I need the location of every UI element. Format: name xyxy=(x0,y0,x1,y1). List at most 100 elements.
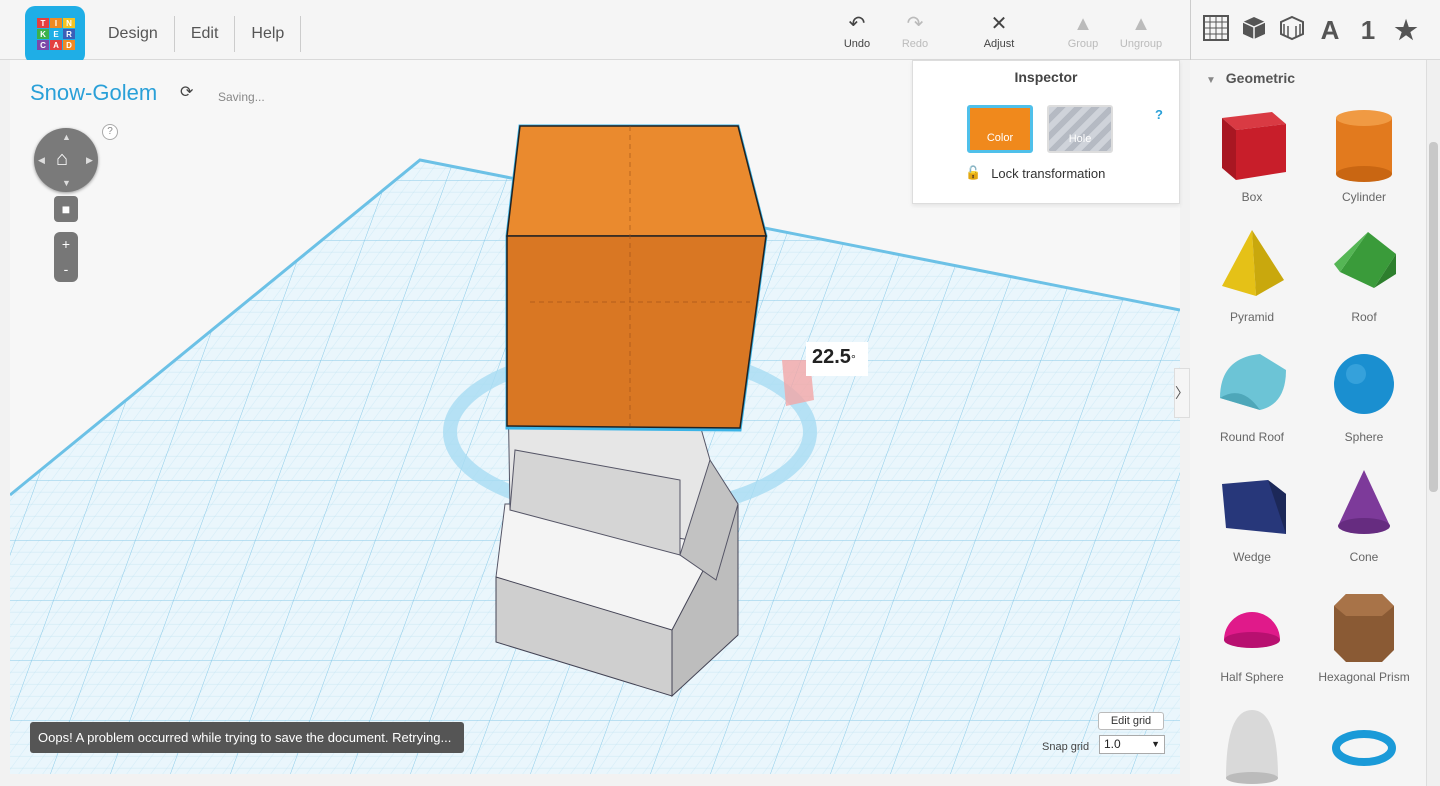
error-toast: Oops! A problem occurred while trying to… xyxy=(30,722,464,753)
shape-cone[interactable]: Cone xyxy=(1308,460,1420,580)
zoom-in-button[interactable]: + xyxy=(54,232,78,257)
lock-label: Lock transformation xyxy=(991,165,1106,181)
main-menu: Design Edit Help xyxy=(92,16,302,52)
shape-sphere[interactable]: Sphere xyxy=(1308,340,1420,460)
logo-letter: A xyxy=(50,40,62,50)
round-roof-shape-icon xyxy=(1220,354,1286,410)
zoom-controls: + - xyxy=(54,232,78,282)
menu-edit[interactable]: Edit xyxy=(173,16,235,52)
shape-roof[interactable]: Roof xyxy=(1308,220,1420,340)
collapse-triangle-icon: ▼ xyxy=(1206,75,1216,86)
group-label: Group xyxy=(1067,38,1099,50)
grid-icon[interactable] xyxy=(1203,15,1229,45)
shape-label: Cone xyxy=(1349,550,1379,564)
tinkercad-logo[interactable]: T I N K E R C A D xyxy=(25,6,85,64)
box-shape-icon xyxy=(1222,112,1286,180)
hole-button[interactable]: Hole xyxy=(1047,105,1113,153)
color-button[interactable]: Color xyxy=(967,105,1033,153)
view-navigation-pad[interactable]: ▲ ▼ ◀ ▶ ⌂ xyxy=(34,128,98,192)
shape-hexagonal-prism[interactable]: Hexagonal Prism xyxy=(1308,580,1420,700)
logo-letter: D xyxy=(63,40,75,50)
shape-pyramid[interactable]: Pyramid xyxy=(1196,220,1308,340)
shape-label: Half Sphere xyxy=(1220,670,1284,684)
shape-half-sphere[interactable]: Half Sphere xyxy=(1196,580,1308,700)
top-toolbar: T I N K E R C A D Design Edit Help ↶ Und… xyxy=(0,0,1440,64)
half-sphere-shape-icon xyxy=(1224,612,1280,648)
sphere-shape-icon xyxy=(1334,354,1394,414)
shape-label: Round Roof xyxy=(1219,430,1285,444)
document-title[interactable]: Snow-Golem xyxy=(30,80,157,106)
shape-cylinder[interactable]: Cylinder xyxy=(1308,100,1420,220)
star-icon[interactable]: ★ xyxy=(1393,15,1419,45)
group-icon: ▲ xyxy=(1073,13,1093,35)
shape-paraboloid[interactable] xyxy=(1196,700,1308,786)
lock-transformation-toggle[interactable]: 🔓 Lock transformation xyxy=(965,165,1105,181)
sync-icon[interactable]: ⟳ xyxy=(180,82,193,102)
torus-shape-icon xyxy=(1332,730,1396,766)
number-1-icon[interactable]: 1 xyxy=(1355,15,1381,45)
texture-icon[interactable] xyxy=(1279,15,1305,45)
shape-label: Box xyxy=(1241,190,1263,204)
home-icon[interactable]: ⌂ xyxy=(56,148,68,171)
chevron-down-icon: ▼ xyxy=(1151,739,1160,749)
scrollbar-thumb[interactable] xyxy=(1429,142,1438,492)
menu-help[interactable]: Help xyxy=(234,16,302,52)
pyramid-shape-icon xyxy=(1222,230,1284,296)
shape-label: Hexagonal Prism xyxy=(1318,670,1410,684)
nav-down-icon[interactable]: ▼ xyxy=(62,178,71,188)
rotation-value: 22.5 xyxy=(812,346,851,368)
redo-button[interactable]: ↷ Redo xyxy=(885,12,945,50)
ungroup-button[interactable]: ▲ Ungroup xyxy=(1111,12,1171,50)
redo-icon: ↷ xyxy=(906,13,924,35)
shape-box[interactable]: Box xyxy=(1196,100,1308,220)
rotation-unit: ° xyxy=(850,352,856,366)
logo-letter: K xyxy=(37,29,49,39)
ungroup-label: Ungroup xyxy=(1119,38,1163,50)
shape-round-roof[interactable]: Round Roof xyxy=(1196,340,1308,460)
nav-right-icon[interactable]: ▶ xyxy=(86,155,93,166)
edit-grid-button[interactable]: Edit grid xyxy=(1098,712,1164,730)
category-title: Geometric xyxy=(1225,70,1296,86)
nav-left-icon[interactable]: ◀ xyxy=(38,155,45,166)
category-header[interactable]: ▼ Geometric xyxy=(1206,70,1295,86)
snap-grid-select[interactable]: 1.0 ▼ xyxy=(1099,735,1165,754)
adjust-button[interactable]: ✕ Adjust xyxy=(969,12,1029,50)
group-button[interactable]: ▲ Group xyxy=(1053,12,1113,50)
logo-letter: R xyxy=(63,29,75,39)
logo-letter: E xyxy=(50,29,62,39)
logo-letter: T xyxy=(37,18,49,28)
library-tabs: A 1 ★ xyxy=(1190,0,1419,60)
shape-label: Cylinder xyxy=(1341,190,1386,204)
inspector-help-button[interactable]: ? xyxy=(1155,107,1163,122)
box-icon[interactable] xyxy=(1241,15,1267,45)
shape-label: Pyramid xyxy=(1229,310,1274,324)
cone-shape-icon xyxy=(1338,470,1390,534)
undo-label: Undo xyxy=(843,38,871,50)
view-help-button[interactable]: ? xyxy=(102,124,118,140)
shape-label: Roof xyxy=(1351,310,1377,324)
shape-label: Wedge xyxy=(1233,550,1271,564)
logo-letter: C xyxy=(37,40,49,50)
wedge-shape-icon xyxy=(1222,480,1286,534)
paraboloid-shape-icon xyxy=(1226,710,1278,784)
zoom-out-button[interactable]: - xyxy=(54,257,78,282)
undo-icon: ↶ xyxy=(848,13,866,35)
adjust-icon: ✕ xyxy=(990,13,1008,35)
menu-design[interactable]: Design xyxy=(92,16,174,52)
rotation-readout: 22.5° xyxy=(812,346,856,369)
ungroup-icon: ▲ xyxy=(1131,13,1151,35)
lock-icon: 🔓 xyxy=(965,165,982,180)
letter-a-icon[interactable]: A xyxy=(1317,15,1343,45)
inspector-panel: Inspector ? Color Hole 🔓 Lock transforma… xyxy=(912,60,1180,204)
nav-up-icon[interactable]: ▲ xyxy=(62,132,71,142)
sidebar-collapse-button[interactable]: 〉 xyxy=(1174,368,1190,418)
roof-shape-icon xyxy=(1334,232,1396,288)
shape-wedge[interactable]: Wedge xyxy=(1196,460,1308,580)
undo-button[interactable]: ↶ Undo xyxy=(827,12,887,50)
shape-torus[interactable] xyxy=(1308,700,1420,786)
sidebar-scrollbar[interactable] xyxy=(1426,60,1440,786)
adjust-label: Adjust xyxy=(983,38,1015,50)
view-cube-button[interactable]: ■ xyxy=(54,196,78,222)
cylinder-shape-icon xyxy=(1336,110,1392,182)
snap-grid-label: Snap grid xyxy=(1042,741,1090,753)
